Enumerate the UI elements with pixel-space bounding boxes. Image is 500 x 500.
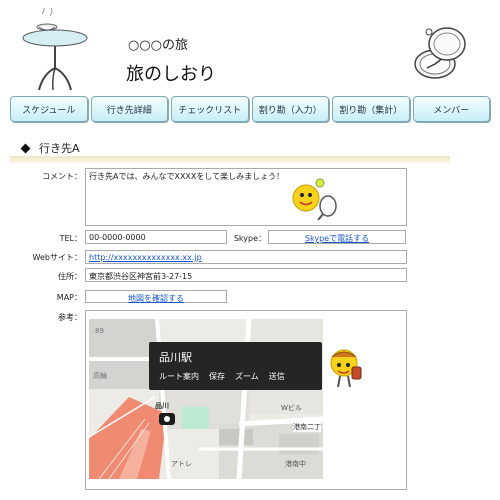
send-action[interactable]: 送信 xyxy=(269,371,285,382)
nav-split-summary[interactable]: 割り勘（集計） xyxy=(332,96,410,122)
map-label: MAP： xyxy=(56,293,82,302)
nav-destination-details[interactable]: 行き先詳細 xyxy=(90,96,168,122)
map-link-box: 地図を確認する xyxy=(85,290,227,303)
nav-members[interactable]: メンバー xyxy=(412,96,490,122)
website-label: Webサイト： xyxy=(32,253,82,262)
map-view[interactable]: 高輪 品川 Wビル 港南二丁 アトレ 港南中 89 品川駅 ルート案内 保存 ズ… xyxy=(89,319,323,479)
nav-checklist[interactable]: チェックリスト xyxy=(171,96,249,122)
diamond-bullet-icon xyxy=(20,143,31,153)
route-guide-action[interactable]: ルート案内 xyxy=(159,371,199,382)
reference-box: 高輪 品川 Wビル 港南二丁 アトレ 港南中 89 品川駅 ルート案内 保存 ズ… xyxy=(85,310,407,490)
map-location-popup[interactable]: 品川駅 ルート案内 保存 ズーム 送信 xyxy=(149,342,322,390)
section-divider xyxy=(10,156,450,163)
nav-schedule[interactable]: スケジュール xyxy=(10,96,88,122)
zoom-action[interactable]: ズーム xyxy=(235,371,259,382)
cafe-table-illustration xyxy=(22,8,88,91)
trip-title: 旅のしおり xyxy=(126,64,216,85)
map-label-atore: アトレ xyxy=(171,460,192,468)
map-label-w-building: Wビル xyxy=(281,404,302,412)
popup-actions: ルート案内 保存 ズーム 送信 xyxy=(159,371,285,382)
comment-text: 行き先Aでは、みんなでXXXXをして楽しみましょう！ xyxy=(89,172,285,181)
comment-label: コメント： xyxy=(42,172,82,181)
skype-call-box: Skypeで電話する xyxy=(268,230,406,244)
reference-label: 参考： xyxy=(58,313,82,322)
save-action[interactable]: 保存 xyxy=(209,371,225,382)
trip-subtitle: ○○○の旅 xyxy=(128,38,189,53)
address-value: 東京都渋谷区神宮前3-27-15 xyxy=(85,268,407,282)
check-map-link[interactable]: 地図を確認する xyxy=(128,294,184,303)
map-label-port-school: 港南中 xyxy=(285,460,306,468)
compass-illustration xyxy=(414,27,466,79)
website-box: http://xxxxxxxxxxxxxx.xx.jp xyxy=(85,250,407,264)
traveler-character-icon xyxy=(330,349,362,388)
tel-label: TEL： xyxy=(59,234,82,243)
popup-station-name: 品川駅 xyxy=(159,351,192,364)
nav-split-input[interactable]: 割り勘（入力） xyxy=(251,96,329,122)
section-heading: 行き先A xyxy=(20,140,80,156)
map-label-shinagawa: 品川 xyxy=(155,402,169,410)
website-link[interactable]: http://xxxxxxxxxxxxxx.xx.jp xyxy=(89,253,202,262)
section-title: 行き先A xyxy=(39,142,80,155)
map-label-harbor: 港南二丁 xyxy=(293,422,321,432)
comment-box: 行き先Aでは、みんなでXXXXをして楽しみましょう！ xyxy=(85,168,407,226)
skype-call-link[interactable]: Skypeで電話する xyxy=(305,234,369,243)
tel-value: 00-0000-0000 xyxy=(85,230,227,244)
skype-label: Skype： xyxy=(233,234,266,243)
tennis-character-icon xyxy=(292,178,337,220)
main-nav: スケジュール 行き先詳細 チェックリスト 割り勘（入力） 割り勘（集計） メンバ… xyxy=(10,96,490,122)
page-header: ○○○の旅 旅のしおり xyxy=(0,0,500,95)
map-label-number: 89 xyxy=(95,327,104,335)
map-label-takanawa: 高輪 xyxy=(93,372,107,380)
address-label: 住所： xyxy=(58,272,82,281)
